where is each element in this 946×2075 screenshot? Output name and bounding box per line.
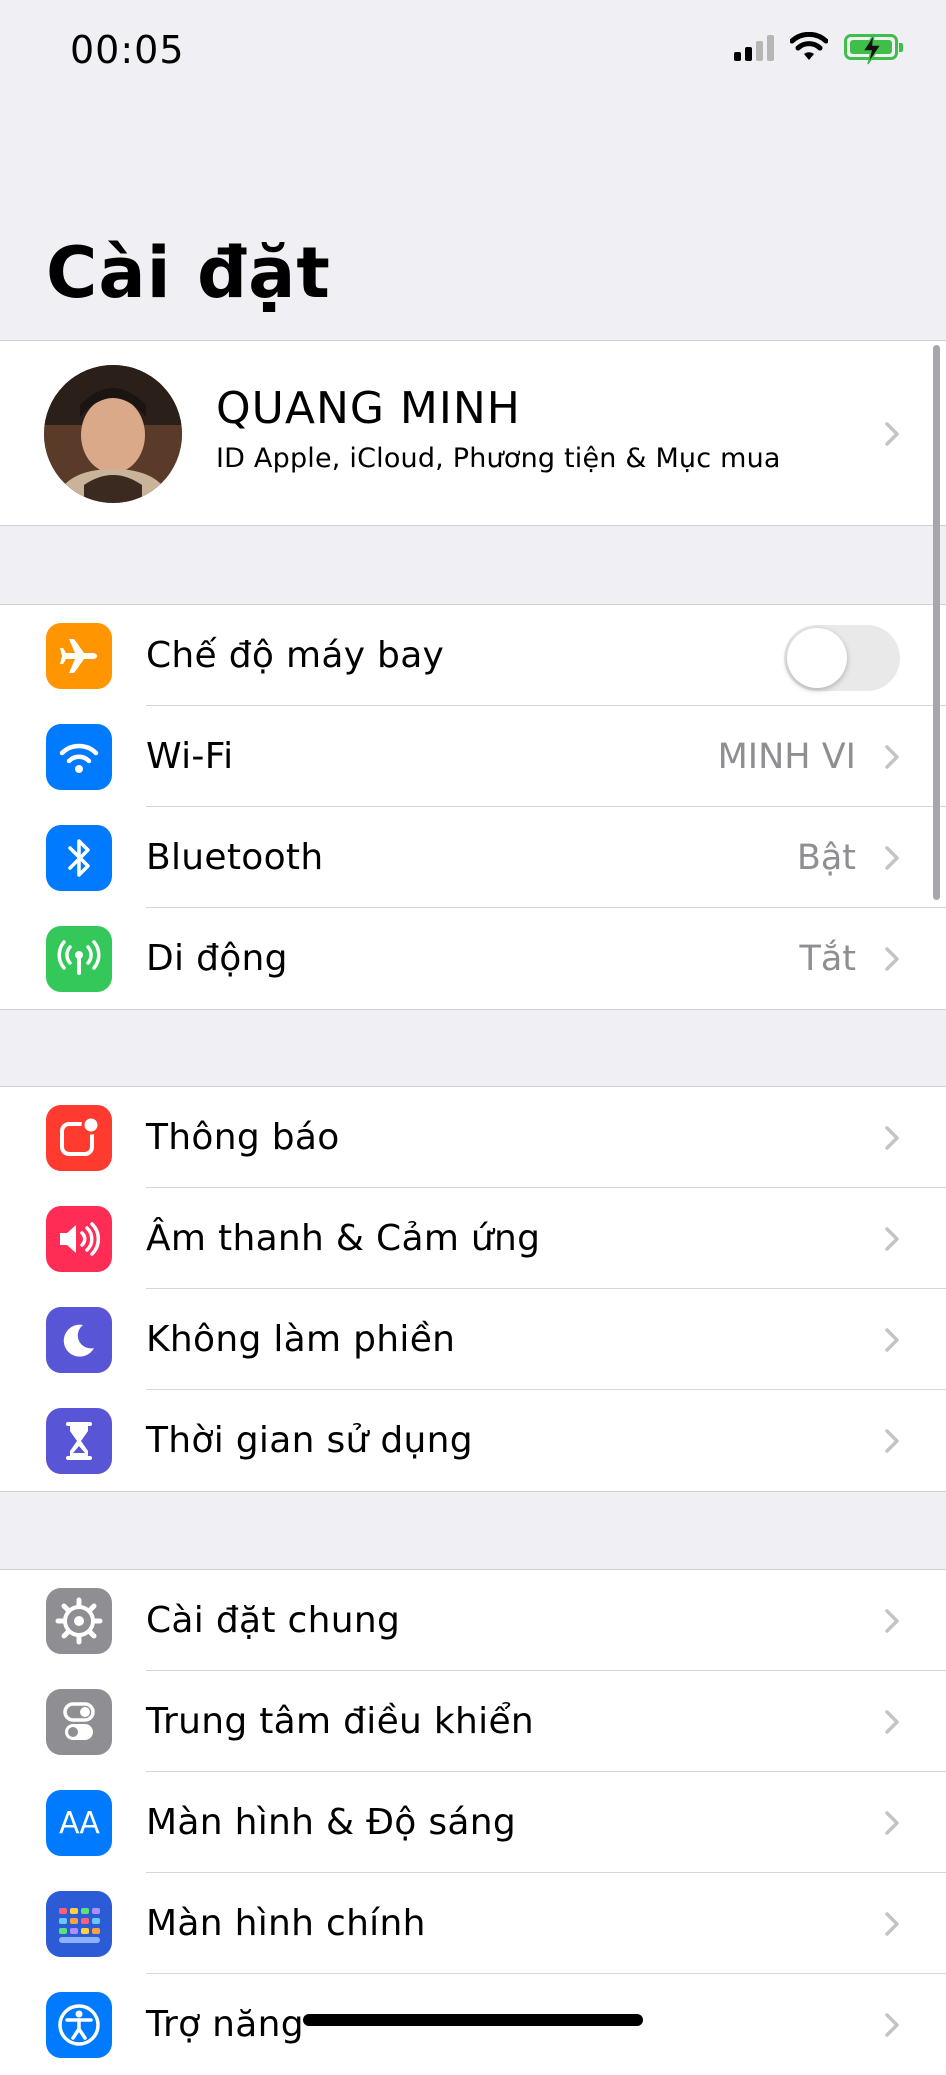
chevron-right-icon bbox=[885, 422, 899, 446]
row-label: Thời gian sử dụng bbox=[146, 1420, 473, 1461]
row-label: Không làm phiền bbox=[146, 1319, 456, 1360]
cellular-signal-icon bbox=[734, 33, 774, 61]
row-label: Di động bbox=[146, 938, 288, 979]
row-cellular[interactable]: Di động Tắt bbox=[0, 908, 946, 1009]
row-airplane-mode[interactable]: Chế độ máy bay bbox=[0, 605, 946, 706]
bluetooth-icon bbox=[46, 825, 112, 891]
chevron-right-icon bbox=[885, 1811, 899, 1835]
bluetooth-status-value: Bật bbox=[796, 837, 856, 878]
row-label: Trung tâm điều khiển bbox=[146, 1701, 535, 1742]
status-icons bbox=[734, 32, 903, 65]
row-label: Cài đặt chung bbox=[146, 1600, 401, 1641]
gear-icon bbox=[46, 1588, 112, 1654]
row-general[interactable]: Cài đặt chung bbox=[0, 1570, 946, 1671]
row-screen-time[interactable]: Thời gian sử dụng bbox=[0, 1390, 946, 1491]
row-label: Màn hình chính bbox=[146, 1903, 426, 1944]
row-home-screen[interactable]: Màn hình chính bbox=[0, 1873, 946, 1974]
home-screen-icon bbox=[46, 1891, 112, 1957]
chevron-right-icon bbox=[885, 2013, 899, 2037]
avatar bbox=[44, 365, 182, 503]
row-label: Wi-Fi bbox=[146, 736, 234, 777]
row-label: Âm thanh & Cảm ứng bbox=[146, 1218, 541, 1259]
page-title: Cài đặt bbox=[46, 232, 331, 314]
notifications-icon bbox=[46, 1105, 112, 1171]
charging-bolt-icon bbox=[861, 33, 883, 65]
battery-icon bbox=[844, 33, 903, 65]
row-display-brightness[interactable]: AA Màn hình & Độ sáng bbox=[0, 1772, 946, 1873]
chevron-right-icon bbox=[885, 1126, 899, 1150]
wifi-status-icon bbox=[790, 32, 828, 60]
chevron-right-icon bbox=[885, 1328, 899, 1352]
display-brightness-icon-text: AA bbox=[59, 1805, 100, 1841]
row-label: Thông báo bbox=[146, 1117, 340, 1158]
row-do-not-disturb[interactable]: Không làm phiền bbox=[0, 1289, 946, 1390]
scrollbar[interactable] bbox=[933, 345, 940, 900]
status-time: 00:05 bbox=[70, 28, 185, 72]
wifi-icon bbox=[46, 724, 112, 790]
chevron-right-icon bbox=[885, 1429, 899, 1453]
row-label: Chế độ máy bay bbox=[146, 635, 445, 676]
control-center-icon bbox=[46, 1689, 112, 1755]
hourglass-icon bbox=[46, 1408, 112, 1474]
cellular-status-value: Tắt bbox=[799, 938, 856, 979]
chevron-right-icon bbox=[885, 1912, 899, 1936]
wifi-network-value: MINH VI bbox=[717, 736, 856, 777]
row-label: Màn hình & Độ sáng bbox=[146, 1802, 517, 1843]
row-label: Trợ năng bbox=[146, 2004, 304, 2045]
chevron-right-icon bbox=[885, 745, 899, 769]
chevron-right-icon bbox=[885, 1710, 899, 1734]
chevron-right-icon bbox=[885, 947, 899, 971]
apple-id-profile-row[interactable]: QUANG MINH ID Apple, iCloud, Phương tiện… bbox=[0, 340, 946, 526]
general-group: Cài đặt chung Trung tâm điều khiển AA Mà… bbox=[0, 1569, 946, 2075]
row-bluetooth[interactable]: Bluetooth Bật bbox=[0, 807, 946, 908]
cellular-icon bbox=[46, 926, 112, 992]
row-notifications[interactable]: Thông báo bbox=[0, 1087, 946, 1188]
row-wifi[interactable]: Wi-Fi MINH VI bbox=[0, 706, 946, 807]
row-label: Bluetooth bbox=[146, 837, 324, 878]
moon-icon bbox=[46, 1307, 112, 1373]
airplane-mode-toggle[interactable] bbox=[784, 625, 900, 691]
row-sounds-haptics[interactable]: Âm thanh & Cảm ứng bbox=[0, 1188, 946, 1289]
connectivity-group: Chế độ máy bay Wi-Fi MINH VI Bluetooth B… bbox=[0, 604, 946, 1010]
notifications-group: Thông báo Âm thanh & Cảm ứng Không làm p… bbox=[0, 1086, 946, 1492]
status-bar: 00:05 bbox=[0, 0, 946, 110]
profile-name: QUANG MINH bbox=[216, 383, 521, 434]
chevron-right-icon bbox=[885, 1227, 899, 1251]
accessibility-icon bbox=[46, 1992, 112, 2058]
sound-icon bbox=[46, 1206, 112, 1272]
home-indicator[interactable] bbox=[303, 2014, 643, 2026]
row-control-center[interactable]: Trung tâm điều khiển bbox=[0, 1671, 946, 1772]
chevron-right-icon bbox=[885, 1609, 899, 1633]
chevron-right-icon bbox=[885, 846, 899, 870]
airplane-icon bbox=[46, 623, 112, 689]
profile-subtitle: ID Apple, iCloud, Phương tiện & Mục mua bbox=[216, 443, 781, 474]
display-brightness-icon: AA bbox=[46, 1790, 112, 1856]
